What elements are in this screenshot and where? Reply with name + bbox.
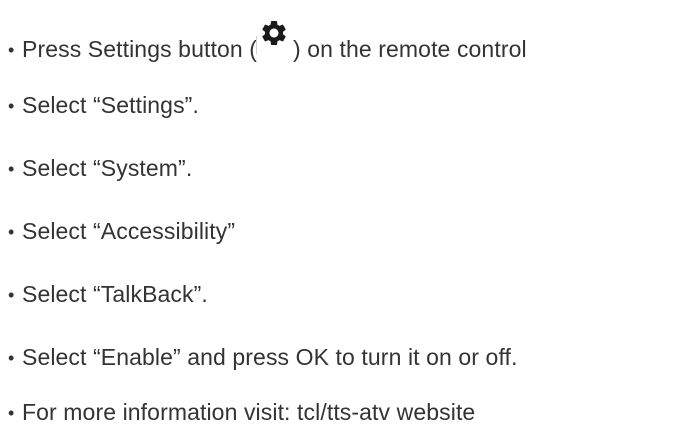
step-text: For more information visit: tcl/tts-atv … <box>22 399 476 425</box>
step-more-information: • For more information visit: tcl/tts-atv… <box>8 397 475 428</box>
step-text: Select “System”. <box>22 155 193 181</box>
step-text: Select “TalkBack”. <box>22 281 208 307</box>
bullet: • <box>8 96 15 116</box>
instruction-list: • Press Settings button ( ) on the remote … <box>0 0 673 430</box>
icon-crop-edge <box>255 36 257 54</box>
step-text: Select “Settings”. <box>22 92 199 118</box>
bullet: • <box>8 285 15 305</box>
step-text-before-icon: Press Settings button ( <box>22 36 257 62</box>
step-select-talkback: • Select “TalkBack”. <box>8 279 208 310</box>
step-text: Select “Enable” and press OK to turn it … <box>22 344 518 370</box>
step-press-settings: • Press Settings button ( ) on the remote … <box>8 20 527 65</box>
step-select-settings: • Select “Settings”. <box>8 90 199 121</box>
bullet: • <box>8 159 15 179</box>
gear-icon <box>255 20 289 60</box>
step-select-accessibility: • Select “Accessibility” <box>8 216 235 247</box>
gear-icon-graphic <box>262 20 286 45</box>
bullet: • <box>8 348 15 368</box>
step-text: Select “Accessibility” <box>22 218 236 244</box>
step-text-after-icon: ) on the remote control <box>292 36 527 62</box>
bullet: • <box>8 222 15 242</box>
bullet: • <box>8 403 15 423</box>
step-select-system: • Select “System”. <box>8 153 192 184</box>
step-select-enable: • Select “Enable” and press OK to turn it… <box>8 342 518 373</box>
bullet: • <box>8 40 15 60</box>
